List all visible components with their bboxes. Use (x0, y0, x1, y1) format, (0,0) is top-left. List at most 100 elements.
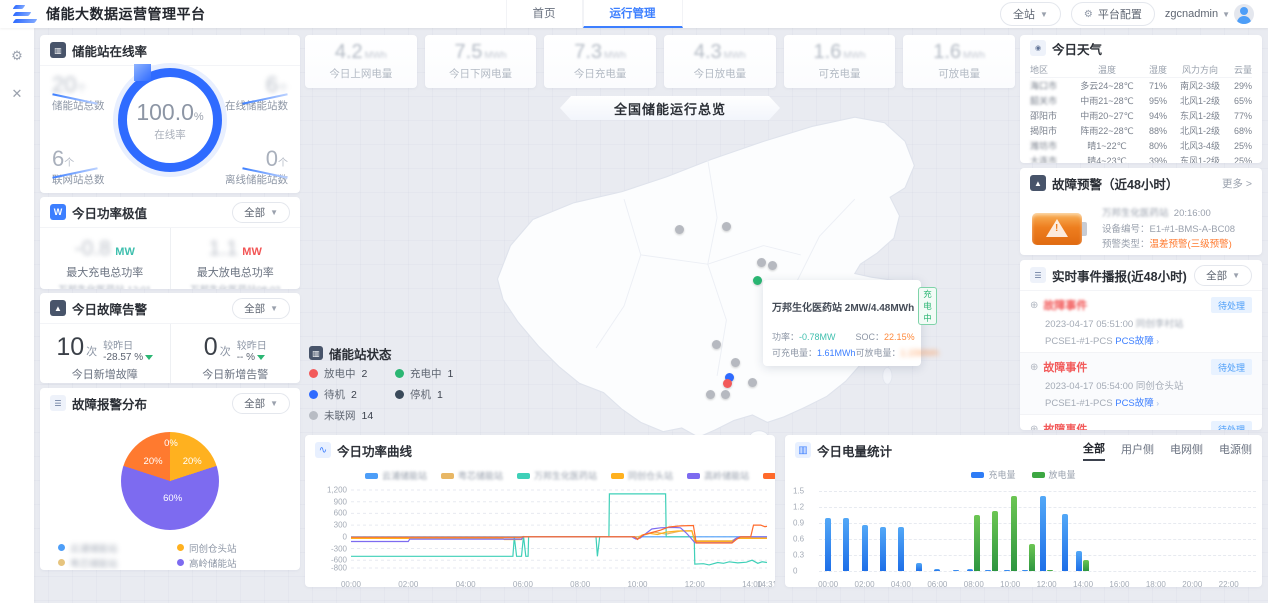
x-axis-tick: 10:00 (627, 580, 647, 587)
filter-dropdown[interactable]: 全部▼ (1194, 265, 1252, 286)
panel-power-extremes: W今日功率极值 全部▼ -0.8 MW最大充电总功率万邦生化医药站 12:011… (40, 197, 300, 289)
charge-bar[interactable] (825, 518, 831, 571)
charge-bar[interactable] (880, 527, 886, 571)
charge-bar[interactable] (934, 569, 940, 571)
curve-legend-item[interactable]: 同创仓头站 (611, 469, 673, 482)
site-selector[interactable]: 全站▼ (1000, 2, 1061, 26)
tab-item[interactable]: 首页 (506, 0, 583, 28)
discharge-bar[interactable] (1029, 544, 1035, 571)
station-dot[interactable] (731, 358, 740, 367)
charge-bar[interactable] (862, 525, 868, 571)
filter-dropdown[interactable]: 全部▼ (232, 202, 290, 223)
tooltip-row: SOC：22.15% (856, 330, 940, 343)
panel-fault-distribution: ☰故障报警分布 全部▼ 0%20%60%20% 云浦储能站粤芯储能站万邦生化医药… (40, 388, 300, 570)
discharge-bar[interactable] (1011, 496, 1017, 571)
charge-bar[interactable] (985, 570, 991, 571)
bar-group (946, 491, 964, 571)
charge-bar[interactable] (1076, 551, 1082, 571)
fault-pie-chart: 0%20%60%20% (121, 432, 219, 530)
curve-legend-item[interactable]: 万邦生化医药站 (517, 469, 597, 482)
curve-legend-item[interactable]: 云浦储能站 (365, 469, 427, 482)
station-dot[interactable] (706, 390, 715, 399)
pending-badge[interactable]: 待处理 (1211, 359, 1252, 375)
gear-icon[interactable]: ⚙ (11, 48, 23, 64)
panel-title: 储能站在线率 (72, 41, 147, 60)
discharge-bar[interactable] (1047, 570, 1053, 571)
charge-bar[interactable] (843, 518, 849, 571)
station-dot[interactable] (748, 378, 757, 387)
legend-mark (441, 473, 454, 479)
curve-legend-item[interactable]: 高岭储能站 (687, 469, 749, 482)
station-dot[interactable] (675, 225, 684, 234)
panel-online-rate: ▥储能站在线率 100.0% 在线率 20个储能站总数6个在线储能站数6个联网站… (40, 35, 300, 193)
pending-badge[interactable]: 待处理 (1211, 297, 1252, 313)
energy-tab[interactable]: 用户侧 (1121, 441, 1154, 460)
event-item: ⊕故障事件待处理2023-04-17 11:15:00 高岭储能站PCSE1-#… (1020, 415, 1262, 430)
event-type: 故障事件 (1043, 297, 1087, 313)
station-dot[interactable] (722, 222, 731, 231)
charge-bar[interactable] (898, 527, 904, 571)
curve-legend-item[interactable]: 粤芯储能站 (441, 469, 503, 482)
charge-bar[interactable] (1062, 514, 1068, 571)
bar-group (1037, 491, 1055, 571)
charge-bar[interactable] (1040, 496, 1046, 571)
discharge-bar[interactable] (992, 511, 998, 571)
pending-badge[interactable]: 待处理 (1211, 421, 1252, 430)
energy-tab[interactable]: 电源侧 (1219, 441, 1252, 460)
event-tag-link[interactable]: PCS故障 (1115, 398, 1154, 409)
station-status-legend: ▥储能站状态 放电中2充电中1待机2停机1未联网14 (309, 342, 484, 423)
status-count: 2 (362, 368, 368, 380)
grid-icon: ▥ (50, 42, 66, 58)
event-tag-link[interactable]: PCS故障 (1115, 336, 1154, 347)
platform-config-button[interactable]: ⚙平台配置 (1071, 2, 1155, 26)
charge-bar[interactable] (1022, 570, 1028, 571)
station-dot[interactable] (768, 261, 777, 270)
y-axis-tick: 300 (334, 521, 347, 530)
app-header: 储能大数据运营管理平台 首页运行管理 全站▼ ⚙平台配置 zgcnadmin▼ (0, 0, 1268, 28)
bar-group (1110, 491, 1128, 571)
extreme-station: 万邦生化医药站08:02 (173, 282, 299, 289)
fullscreen-exit-icon[interactable]: ✕ (12, 86, 23, 102)
energy-tab[interactable]: 全部 (1083, 440, 1105, 461)
station-dot[interactable] (757, 258, 766, 267)
trend-down-icon (257, 355, 265, 360)
line-chart-icon: ∿ (315, 442, 331, 458)
station-dot[interactable] (712, 340, 721, 349)
list-icon: ☰ (50, 395, 66, 411)
chevron-down-icon: ▼ (270, 208, 278, 217)
status-count: 1 (448, 368, 454, 380)
charge-bar[interactable] (916, 563, 922, 571)
user-menu[interactable]: zgcnadmin▼ (1165, 4, 1254, 24)
x-axis-tick: 00:00 (341, 580, 361, 587)
kpi-card: 4.2MWh今日上网电量 (305, 35, 417, 88)
x-axis-tick: 22:00 (1219, 580, 1239, 587)
panel-title: 今日功率极值 (72, 203, 147, 222)
filter-dropdown[interactable]: 全部▼ (232, 393, 290, 414)
bar-group (1219, 491, 1237, 571)
filter-dropdown[interactable]: 全部▼ (232, 298, 290, 319)
weather-header-row: 地区温度湿度风力方向云量 (1030, 61, 1252, 78)
more-link[interactable]: 更多 > (1222, 176, 1252, 191)
event-icon: ⊕ (1030, 424, 1038, 431)
kpi-label: 今日放电量 (664, 66, 776, 81)
discharge-bar[interactable] (1083, 560, 1089, 571)
status-dot (309, 369, 318, 378)
panel-fault-warning: ▲故障预警（近48小时） 更多 > 万邦生化医药站 20:16:00 设备编号：… (1020, 168, 1262, 255)
bar-group (1165, 491, 1183, 571)
charge-bar[interactable] (953, 570, 959, 571)
bar-group (892, 491, 910, 571)
discharge-bar[interactable] (974, 515, 980, 571)
station-dot[interactable] (723, 379, 732, 388)
energy-tab[interactable]: 电网侧 (1170, 441, 1203, 460)
kpi-card: 1.6MWh可充电量 (784, 35, 896, 88)
station-dot[interactable] (753, 276, 762, 285)
status-label: 充电中 (410, 366, 442, 381)
curve-legend-item[interactable]: 同创李村站 (763, 469, 775, 482)
bar-legend-item[interactable]: 放电量 (1032, 468, 1076, 481)
station-dot[interactable] (721, 390, 730, 399)
charge-bar[interactable] (1004, 570, 1010, 571)
bar-group (1056, 491, 1074, 571)
bar-legend-item[interactable]: 充电量 (971, 468, 1015, 481)
tab-active[interactable]: 运行管理 (583, 0, 683, 28)
charge-bar[interactable] (967, 569, 973, 571)
